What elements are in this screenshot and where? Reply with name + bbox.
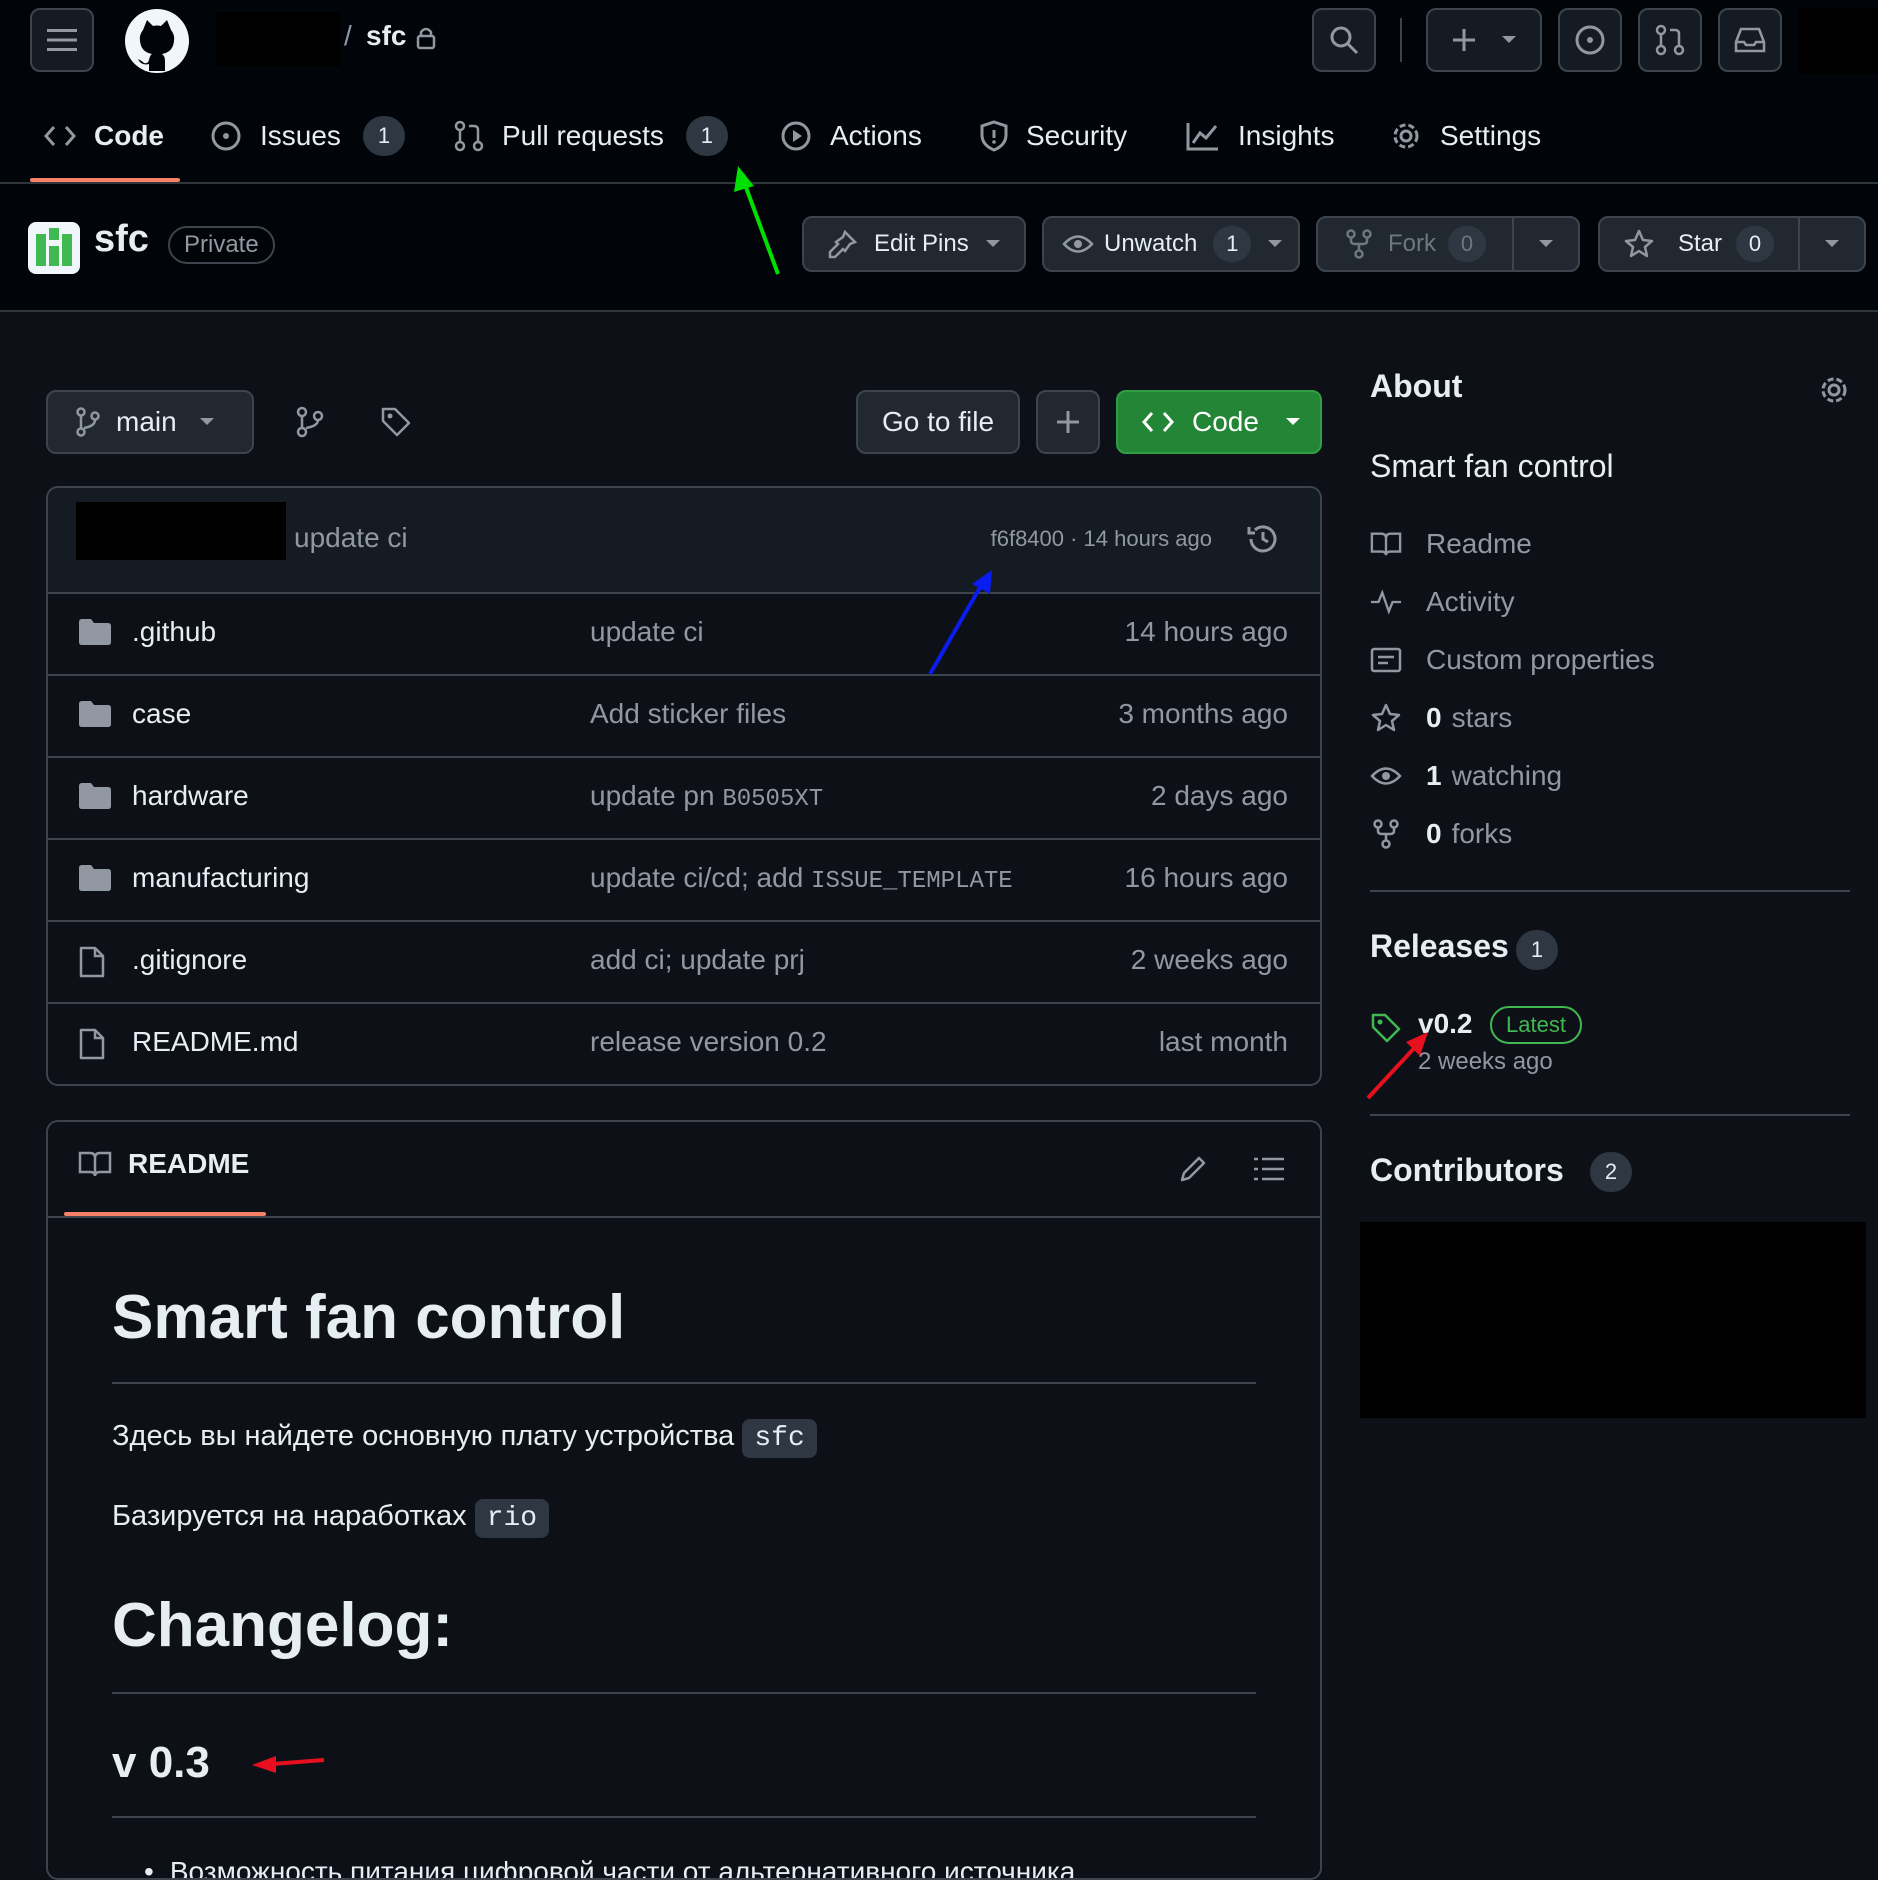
red-arrow-version	[252, 1756, 325, 1773]
red-arrow-release	[1366, 1032, 1428, 1100]
green-arrow	[734, 166, 780, 275]
blue-arrow	[928, 570, 992, 676]
annotation-overlay	[252, 166, 1428, 1773]
